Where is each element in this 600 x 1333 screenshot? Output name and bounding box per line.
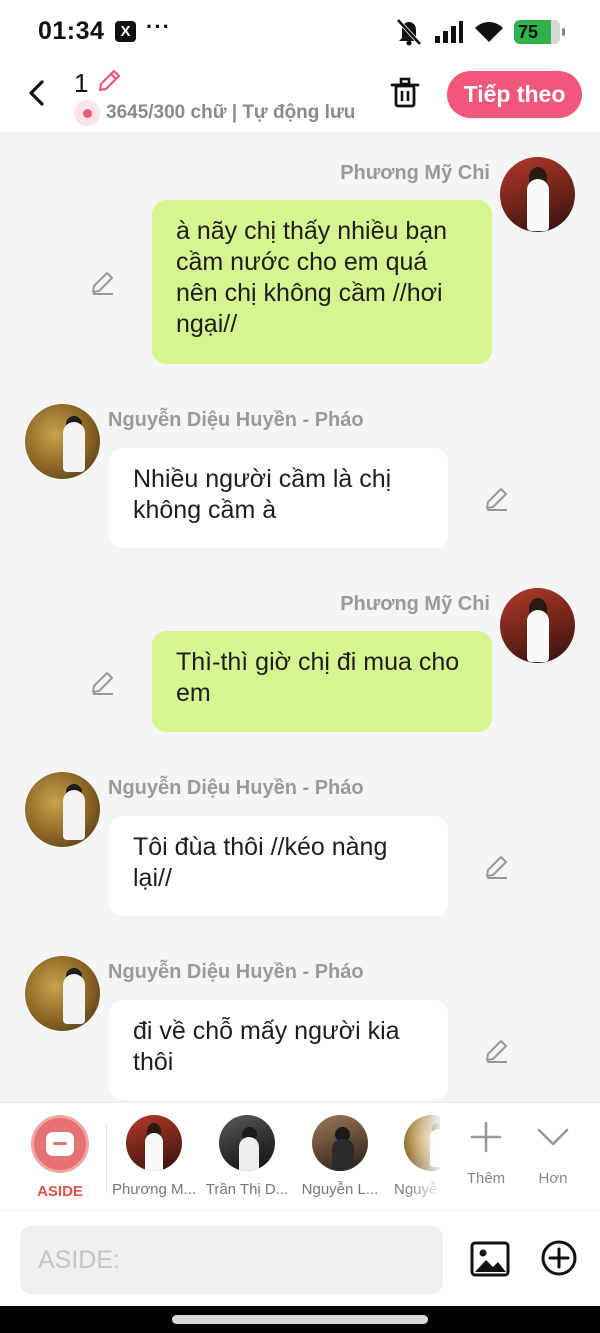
- aside-input[interactable]: [20, 1226, 443, 1294]
- battery-icon: 75: [514, 20, 565, 44]
- sender-name: Nguyễn Diệu Huyền - Pháo: [108, 961, 364, 983]
- avatar-phuong-my-chi[interactable]: [500, 588, 575, 663]
- word-count-text: 3645/300 chữ | Tự động lưu: [106, 102, 356, 123]
- add-label: Thêm: [466, 1170, 506, 1187]
- next-button[interactable]: Tiếp theo: [447, 71, 582, 118]
- trash-icon[interactable]: [388, 76, 422, 110]
- add-circle-icon[interactable]: [540, 1239, 578, 1277]
- add-character-button[interactable]: Thêm: [456, 1119, 516, 1187]
- rename-pencil-icon[interactable]: [96, 68, 122, 94]
- chat-message-left: Nguyễn Diệu Huyền - Pháo Tôi đùa thôi //…: [0, 770, 600, 920]
- mute-bell-icon: [396, 18, 422, 46]
- chevron-down-icon: [537, 1128, 569, 1146]
- character-nguyen-l[interactable]: Nguyễn L...: [295, 1115, 385, 1198]
- plus-icon: [470, 1121, 502, 1153]
- editor-header: 1 3645/300 chữ | Tự động lưu Tiếp theo: [0, 62, 600, 132]
- avatar: [126, 1115, 182, 1171]
- character-tran-thi-d[interactable]: Trần Thị D...: [202, 1115, 292, 1198]
- character-aside[interactable]: ASIDE: [15, 1115, 105, 1200]
- message-bubble[interactable]: Tôi đùa thôi //kéo nàng lại//: [109, 816, 448, 916]
- avatar-nguyen-dieu-huyen[interactable]: [25, 404, 100, 479]
- chat-message-left: Nguyễn Diệu Huyền - Pháo Nhiều người cầm…: [0, 402, 600, 552]
- input-bar: [0, 1210, 600, 1306]
- character-selector: ASIDE Phương M... Trần Thị D... Nguyễn L…: [0, 1102, 600, 1210]
- x-app-icon: X: [115, 21, 136, 42]
- divider: [106, 1123, 107, 1193]
- avatar: [312, 1115, 368, 1171]
- image-icon[interactable]: [470, 1239, 510, 1279]
- message-bubble[interactable]: Nhiều người cầm là chị không cầm à: [109, 448, 448, 548]
- avatar-nguyen-dieu-huyen[interactable]: [25, 772, 100, 847]
- sender-name: Phương Mỹ Chi: [340, 593, 490, 615]
- system-nav-bar: [0, 1306, 600, 1333]
- message-bubble[interactable]: Thì-thì giờ chị đi mua cho em: [152, 631, 492, 732]
- character-name: Phương M...: [111, 1181, 197, 1198]
- wifi-icon: [475, 22, 503, 42]
- more-label: Hơn: [538, 1170, 568, 1187]
- sender-name: Nguyễn Diệu Huyền - Pháo: [108, 409, 364, 431]
- aside-icon: [31, 1115, 89, 1173]
- back-arrow-icon[interactable]: [22, 76, 52, 110]
- chat-area[interactable]: Phương Mỹ Chi à nãy chị thấy nhiều bạn c…: [0, 132, 600, 1102]
- sender-name: Nguyễn Diệu Huyền - Pháo: [108, 777, 364, 799]
- sender-name: Phương Mỹ Chi: [340, 162, 490, 184]
- more-notifications-icon: ···: [146, 14, 171, 39]
- home-indicator[interactable]: [172, 1315, 428, 1324]
- status-icons: 75: [394, 18, 565, 46]
- chat-message-right: Phương Mỹ Chi à nãy chị thấy nhiều bạn c…: [0, 132, 600, 372]
- avatar: [219, 1115, 275, 1171]
- message-bubble[interactable]: đi về chỗ mấy người kia thôi: [109, 1000, 448, 1100]
- status-bar: 01:34 X ··· 75: [0, 0, 600, 62]
- avatar-nguyen-dieu-huyen[interactable]: [25, 956, 100, 1031]
- edit-pencil-icon[interactable]: [483, 1036, 511, 1064]
- message-bubble[interactable]: à nãy chị thấy nhiều bạn cầm nước cho em…: [152, 200, 492, 364]
- edit-pencil-icon[interactable]: [89, 268, 117, 296]
- page-title[interactable]: 1: [74, 68, 88, 99]
- signal-icon: [435, 21, 463, 43]
- more-characters-button[interactable]: Hơn: [523, 1119, 583, 1187]
- battery-level: 75: [518, 22, 539, 42]
- edit-pencil-icon[interactable]: [89, 668, 117, 696]
- chat-message-left: Nguyễn Diệu Huyền - Pháo đi về chỗ mấy n…: [0, 954, 600, 1102]
- edit-pencil-icon[interactable]: [483, 484, 511, 512]
- character-phuong-my-chi[interactable]: Phương M...: [109, 1115, 199, 1198]
- character-name: ASIDE: [37, 1183, 83, 1200]
- avatar-phuong-my-chi[interactable]: [500, 157, 575, 232]
- scroll-fade: [404, 1103, 444, 1210]
- character-name: Nguyễn L...: [301, 1181, 379, 1198]
- bell-icon: [74, 100, 100, 126]
- edit-pencil-icon[interactable]: [483, 852, 511, 880]
- autosave-status: 3645/300 chữ | Tự động lưu: [74, 100, 355, 126]
- character-name: Trần Thị D...: [205, 1181, 289, 1198]
- status-time: 01:34: [38, 17, 105, 45]
- chat-message-right: Phương Mỹ Chi Thì-thì giờ chị đi mua cho…: [0, 587, 600, 737]
